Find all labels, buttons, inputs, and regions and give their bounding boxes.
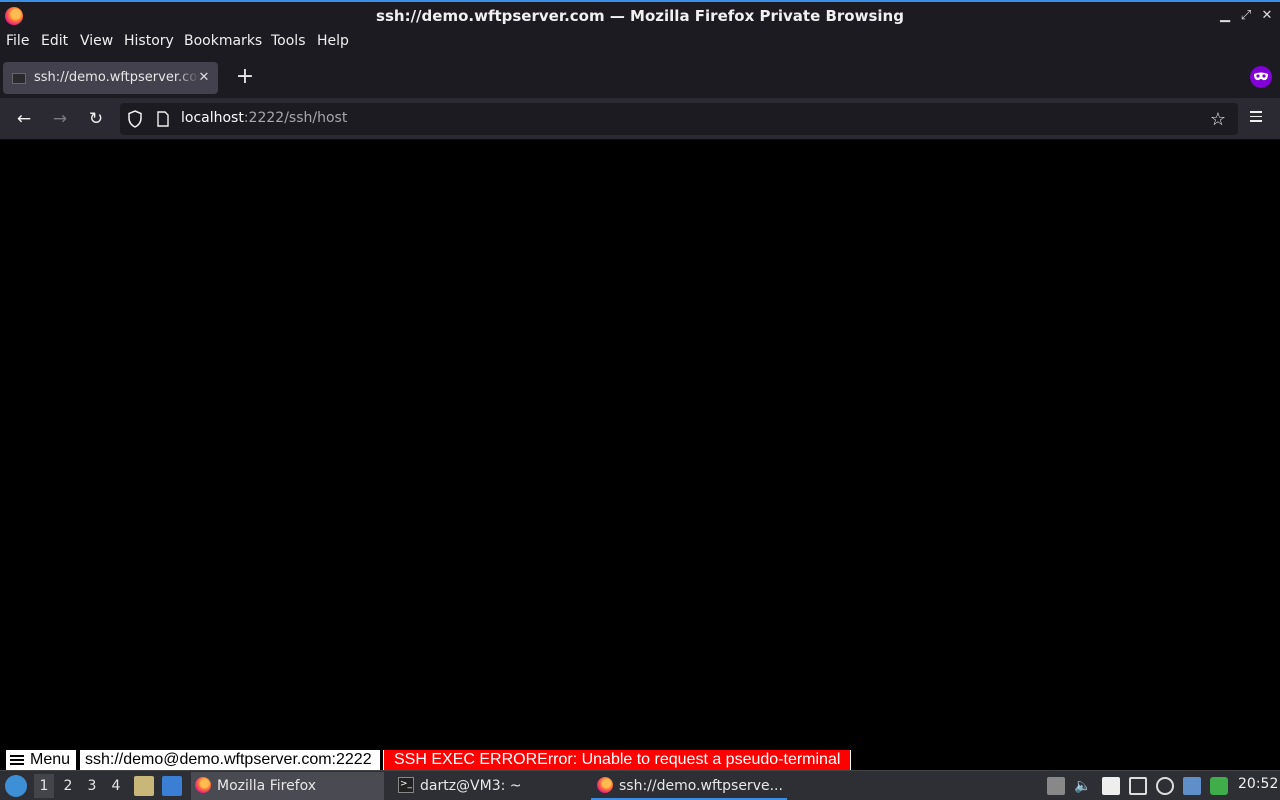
page-info-icon[interactable] (156, 111, 170, 127)
close-tab-icon[interactable]: ✕ (196, 70, 212, 86)
menu-bookmarks[interactable]: Bookmarks (184, 33, 262, 49)
workspace-1[interactable]: 1 (34, 774, 54, 798)
menu-tools[interactable]: Tools (271, 33, 306, 49)
task-ssh-window[interactable]: ssh://demo.wftpserve... (591, 772, 787, 800)
app-tray-icon[interactable] (1210, 777, 1228, 795)
volume-icon[interactable]: 🔈 (1074, 777, 1092, 795)
menu-history[interactable]: History (124, 33, 174, 49)
maximize-icon[interactable]: ⤢ (1236, 6, 1256, 26)
tracking-shield-icon[interactable] (127, 110, 143, 128)
bookmark-star-icon[interactable]: ☆ (1210, 109, 1226, 130)
file-manager-icon[interactable] (134, 776, 154, 796)
menu-view[interactable]: View (80, 33, 113, 49)
url-path: :2222/ssh/host (243, 110, 348, 126)
start-menu-icon[interactable] (5, 775, 27, 797)
workspace-4[interactable]: 4 (106, 774, 126, 798)
back-button[interactable]: ← (12, 107, 36, 131)
show-desktop-icon[interactable] (162, 776, 182, 796)
firefox-icon (195, 776, 211, 793)
task-firefox[interactable]: Mozilla Firefox (191, 772, 384, 800)
firefox-icon (597, 776, 613, 793)
url-bar[interactable]: localhost:2222/ssh/host ☆ (120, 103, 1238, 135)
menu-edit[interactable]: Edit (41, 33, 68, 49)
terminal-icon: >_ (398, 776, 414, 793)
window-title: ssh://demo.wftpserver.com — Mozilla Fire… (376, 7, 904, 25)
terminal-menu-label: Menu (30, 751, 71, 768)
workspace-2[interactable]: 2 (58, 774, 78, 798)
network-icon[interactable] (1129, 777, 1147, 795)
navigation-toolbar: ← → ↻ localhost:2222/ssh/host ☆ (0, 98, 1280, 140)
terminal-favicon-icon (12, 73, 26, 84)
task-label: Mozilla Firefox (217, 778, 317, 794)
terminal-area[interactable] (0, 140, 1280, 748)
tab-ssh[interactable]: ssh://demo.wftpserver.com ✕ (3, 62, 218, 94)
menu-help[interactable]: Help (317, 33, 349, 49)
tab-bar: ssh://demo.wftpserver.com ✕ + (0, 58, 1280, 98)
close-window-icon[interactable]: ✕ (1257, 6, 1277, 26)
forward-button[interactable]: → (48, 107, 72, 131)
clock[interactable]: 20:52 (1238, 776, 1278, 792)
terminal-menu-button[interactable]: Menu (6, 750, 77, 770)
tray-up-icon[interactable] (1047, 777, 1065, 795)
update-icon[interactable] (1156, 777, 1174, 795)
task-label: ssh://demo.wftpserve... (619, 778, 783, 794)
app-menu-button[interactable] (1246, 108, 1266, 128)
new-tab-button[interactable]: + (234, 66, 256, 88)
hamburger-icon (10, 753, 24, 767)
reload-button[interactable]: ↻ (84, 107, 108, 131)
url-host: localhost (181, 110, 244, 126)
menu-bar: File Edit View History Bookmarks Tools H… (0, 30, 1280, 58)
ssh-host-label: ssh://demo@demo.wftpserver.com:2222 (80, 750, 380, 770)
notification-icon[interactable] (1183, 777, 1201, 795)
terminal-status-bar: Menu ssh://demo@demo.wftpserver.com:2222… (0, 748, 1280, 770)
ssh-error-message: SSH EXEC ERRORError: Unable to request a… (383, 750, 852, 770)
mask-icon (1254, 72, 1268, 81)
url-text[interactable]: localhost:2222/ssh/host (181, 110, 347, 126)
window-titlebar: ssh://demo.wftpserver.com — Mozilla Fire… (0, 0, 1280, 30)
task-terminal[interactable]: >_ dartz@VM3: ~ (392, 772, 582, 800)
minimize-icon[interactable]: ▁ (1215, 6, 1235, 26)
menu-file[interactable]: File (6, 33, 29, 49)
private-browsing-icon (1250, 66, 1272, 88)
clipboard-icon[interactable] (1102, 777, 1120, 795)
system-taskbar: 1 2 3 4 Mozilla Firefox >_ dartz@VM3: ~ s… (0, 770, 1280, 800)
tab-label: ssh://demo.wftpserver.com (34, 70, 200, 85)
workspace-3[interactable]: 3 (82, 774, 102, 798)
task-label: dartz@VM3: ~ (420, 778, 522, 794)
